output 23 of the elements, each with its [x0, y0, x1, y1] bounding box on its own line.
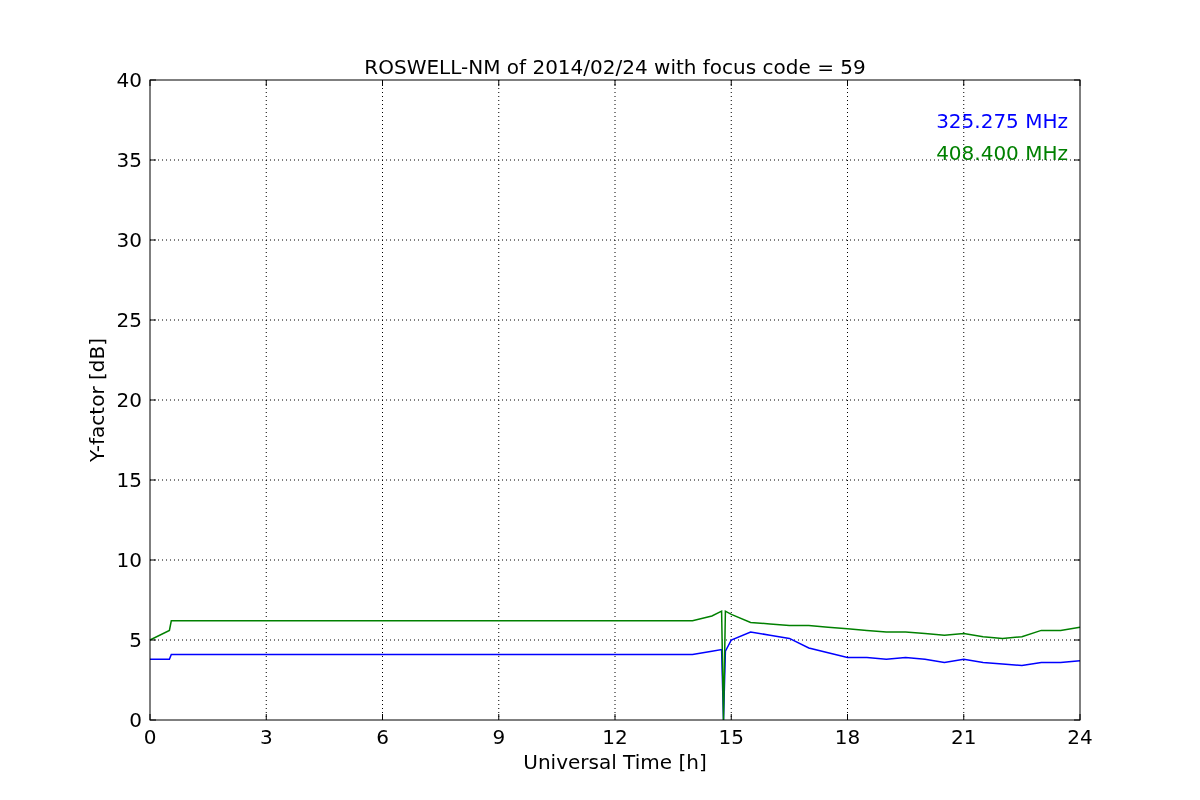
y-axis-label: Y-factor [dB]	[85, 338, 109, 462]
y-tick-label: 25	[116, 308, 142, 332]
y-tick-label: 10	[116, 548, 142, 572]
x-tick-label: 3	[259, 725, 273, 749]
y-tick-label: 0	[129, 708, 142, 732]
x-tick-label: 15	[718, 725, 744, 749]
x-tick-label: 6	[376, 725, 389, 749]
x-tick-label: 24	[1067, 725, 1093, 749]
legend-label: 408.400 MHz	[936, 141, 1068, 165]
x-axis-label: Universal Time [h]	[523, 750, 707, 774]
x-tick-label: 21	[951, 725, 977, 749]
x-tick-label: 9	[492, 725, 506, 749]
y-tick-label: 30	[116, 228, 142, 252]
x-tick-label: 0	[143, 725, 157, 749]
chart-title: ROSWELL-NM of 2014/02/24 with focus code = 59	[364, 55, 866, 79]
y-tick-label: 20	[116, 388, 142, 412]
x-tick-label: 18	[834, 725, 861, 749]
legend-label: 325.275 MHz	[936, 109, 1068, 133]
y-tick-label: 40	[116, 68, 142, 92]
y-tick-label: 5	[129, 628, 142, 652]
y-tick-label: 15	[116, 468, 142, 492]
y-tick-label: 35	[116, 148, 142, 172]
x-tick-label: 12	[602, 725, 628, 749]
